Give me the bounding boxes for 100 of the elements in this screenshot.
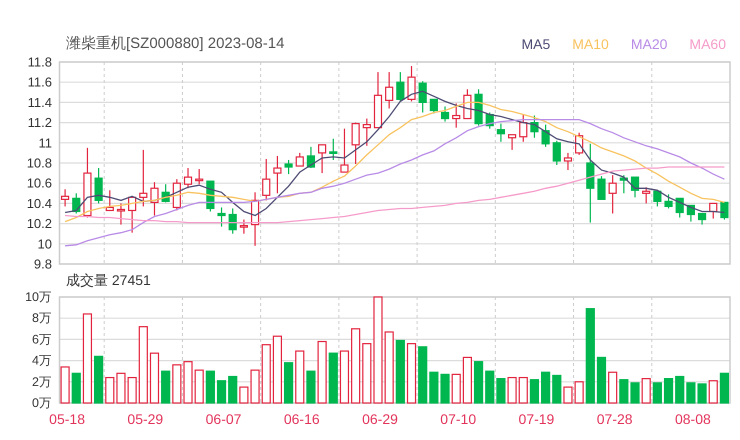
volume-bar bbox=[563, 386, 573, 404]
volume-bar bbox=[496, 378, 506, 404]
volume-bar bbox=[396, 340, 405, 404]
candlestick bbox=[318, 144, 326, 174]
volume-bar bbox=[485, 370, 494, 404]
volume-bar bbox=[720, 372, 729, 404]
candlestick bbox=[250, 192, 260, 246]
axis-label: 05-29 bbox=[127, 411, 164, 427]
candlestick bbox=[61, 189, 70, 206]
volume-bar bbox=[239, 386, 248, 404]
volume-bar bbox=[128, 376, 137, 404]
legend-label: MA5 bbox=[521, 36, 550, 52]
volume-bar bbox=[262, 344, 271, 404]
volume-bar bbox=[440, 374, 450, 404]
axis-label: 07-10 bbox=[440, 411, 476, 427]
candlestick bbox=[552, 140, 561, 166]
candlestick bbox=[139, 150, 148, 206]
axis-label: 06-16 bbox=[284, 411, 320, 427]
legend-label: MA10 bbox=[572, 36, 609, 52]
volume-bar bbox=[697, 383, 707, 404]
volume-bar bbox=[552, 374, 562, 404]
candlestick bbox=[262, 158, 270, 200]
axis-label: 08-08 bbox=[674, 411, 711, 427]
volume-bar bbox=[530, 379, 540, 404]
axis-label: 05-18 bbox=[49, 411, 85, 427]
volume-bar bbox=[474, 361, 484, 404]
volume-bar bbox=[328, 352, 338, 404]
volume-bar bbox=[518, 376, 528, 404]
volume-bar bbox=[183, 361, 193, 404]
candlestick bbox=[642, 187, 650, 204]
candlestick bbox=[184, 168, 192, 188]
axis-label: 8万 bbox=[32, 311, 52, 326]
candlestick bbox=[284, 160, 293, 174]
volume-bar bbox=[216, 380, 226, 404]
candlestick bbox=[508, 134, 516, 150]
volume-bar bbox=[507, 376, 517, 404]
axis-label: 10.8 bbox=[26, 156, 52, 170]
axis-label: 06-29 bbox=[362, 411, 398, 427]
candlestick bbox=[430, 98, 438, 114]
legend-label: MA60 bbox=[689, 36, 726, 52]
axis-label: 10.2 bbox=[26, 216, 52, 232]
candlestick bbox=[474, 89, 483, 126]
axis-label: 2万 bbox=[32, 374, 52, 389]
candlestick bbox=[150, 182, 159, 216]
volume-bar bbox=[318, 340, 327, 404]
axis-label: 07-19 bbox=[518, 411, 554, 427]
candlestick bbox=[240, 220, 248, 234]
candlestick bbox=[195, 169, 204, 184]
candlestick bbox=[296, 152, 304, 167]
volume-bar bbox=[462, 356, 472, 404]
volume-bar bbox=[664, 378, 674, 404]
candlestick bbox=[698, 212, 706, 225]
candlestick bbox=[217, 207, 226, 227]
candlestick bbox=[709, 202, 718, 219]
axis-label: 10 bbox=[38, 236, 52, 252]
axis-label: 4万 bbox=[32, 354, 52, 368]
candlestick bbox=[83, 148, 92, 218]
volume-bar bbox=[452, 374, 461, 404]
candlestick bbox=[362, 118, 371, 146]
volume-bar bbox=[541, 372, 550, 404]
volume-bar bbox=[340, 350, 350, 404]
candlestick bbox=[340, 128, 349, 173]
candlestick bbox=[72, 193, 80, 214]
volume-bar bbox=[161, 370, 170, 404]
volume-bar bbox=[596, 356, 606, 404]
volume-bar bbox=[429, 372, 438, 404]
candlestick bbox=[720, 202, 728, 220]
candlestick bbox=[564, 152, 572, 170]
candlestick bbox=[116, 203, 126, 225]
volume-bar bbox=[630, 382, 640, 404]
candlestick bbox=[440, 106, 450, 122]
volume-bar bbox=[619, 379, 628, 404]
volume-bar bbox=[642, 378, 651, 404]
chart-title: 潍柴重机[SZ000880] 2023-08-14 bbox=[66, 34, 284, 54]
volume-bar bbox=[574, 381, 584, 404]
axis-label: 0万 bbox=[32, 396, 52, 410]
volume-title: 成交量 27451 bbox=[65, 272, 151, 288]
candlestick bbox=[228, 208, 237, 234]
candlestick bbox=[273, 156, 282, 194]
candlestick bbox=[463, 89, 472, 120]
volume-bar bbox=[295, 350, 304, 404]
candlestick bbox=[686, 204, 695, 222]
volume-bar bbox=[194, 370, 204, 404]
candlestick bbox=[385, 72, 394, 108]
candlestick bbox=[530, 116, 539, 138]
candlestick bbox=[676, 198, 684, 218]
candlestick bbox=[128, 196, 136, 233]
candlestick bbox=[374, 72, 382, 128]
volume-bar bbox=[608, 372, 618, 404]
axis-label: 11.2 bbox=[28, 115, 52, 130]
axis-label: 6万 bbox=[32, 332, 52, 346]
volume-bar bbox=[686, 382, 696, 404]
volume-bar bbox=[105, 376, 114, 404]
candlestick bbox=[352, 122, 360, 164]
axis-label: 10.6 bbox=[26, 176, 52, 191]
axis-label: 9.8 bbox=[34, 256, 52, 272]
volume-bar bbox=[150, 352, 160, 404]
volume-bar bbox=[418, 346, 428, 404]
candlestick bbox=[452, 103, 460, 128]
axis-label: 07-28 bbox=[596, 411, 633, 427]
